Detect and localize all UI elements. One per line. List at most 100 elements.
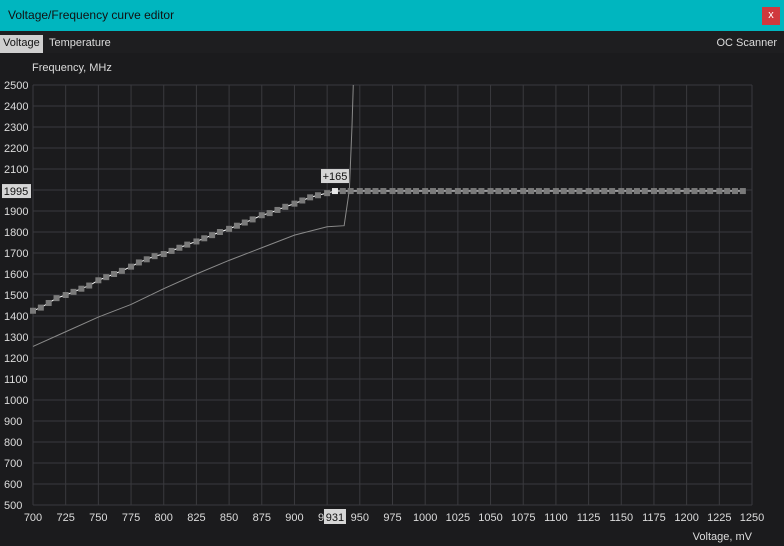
x-axis-label: Voltage, mV: [693, 531, 753, 543]
curve-point: [266, 210, 273, 217]
curve-point: [216, 229, 223, 235]
curve-point: [445, 188, 452, 195]
curve-point: [241, 219, 248, 226]
curve-point: [618, 188, 625, 195]
y-axis-ticks: 500 600 700 800 900 1000 1100 1200 1300 1400 1500 1…: [4, 80, 28, 512]
curve-point: [176, 244, 183, 251]
y-tick-label: 1500: [4, 290, 28, 302]
curve-point: [372, 188, 379, 195]
curve-point: [691, 188, 698, 195]
x-tick-label: 1150: [609, 512, 633, 524]
curve-point: [324, 190, 331, 197]
x-tick-label: 850: [220, 512, 238, 524]
curve-point: [511, 188, 518, 195]
curve-point: [86, 282, 93, 289]
tab-bar: Voltage Temperature OC Scanner: [0, 31, 784, 53]
x-tick-label: 900: [285, 512, 303, 524]
curve-point: [699, 188, 706, 195]
x-tick-label: 725: [57, 512, 75, 524]
window-title: Voltage/Frequency curve editor: [8, 8, 175, 22]
curve-point: [732, 188, 739, 195]
x-tick-label: 700: [24, 512, 42, 524]
curve-point: [118, 267, 125, 274]
curve-point: [397, 188, 404, 195]
curve-point: [528, 188, 535, 195]
x-tick-label: 1075: [511, 512, 535, 524]
curve-point: [454, 188, 461, 195]
y-tick-label: 500: [4, 500, 22, 512]
curve-point: [291, 200, 298, 207]
curve-point: [160, 251, 167, 258]
y-tick-label: 1800: [4, 227, 28, 239]
chart-series: [30, 84, 746, 347]
curve-point: [364, 188, 371, 195]
x-tick-label: 1200: [674, 512, 698, 524]
curve-point: [609, 188, 616, 195]
curve-point: [576, 188, 583, 195]
y-axis-label: Frequency, MHz: [32, 62, 112, 74]
curve-point: [437, 188, 444, 195]
chart-grid: [32, 84, 753, 506]
y-tick-label: 2400: [4, 101, 28, 113]
vf-curve-chart[interactable]: 5006007008009001000110012001300140015001…: [0, 53, 784, 546]
curve-point: [658, 188, 665, 195]
y-tick-label: 1200: [4, 353, 28, 365]
title-bar: Voltage/Frequency curve editor x: [0, 0, 784, 31]
edited-curve-line: [32, 190, 743, 312]
curve-point: [201, 235, 208, 242]
tab-temperature[interactable]: Temperature: [46, 35, 114, 53]
curve-point: [520, 188, 527, 195]
close-button[interactable]: x: [762, 7, 780, 25]
x-tick-label: 950: [351, 512, 369, 524]
curve-point: [274, 206, 281, 213]
y-selection-label: 1995: [4, 186, 28, 198]
curve-point: [62, 292, 69, 298]
curve-point: [258, 212, 265, 219]
curve-point: [422, 188, 429, 195]
curve-point: [430, 188, 437, 195]
y-tick-label: 1000: [4, 395, 28, 407]
curve-point: [380, 188, 387, 195]
y-tick-label: 2100: [4, 164, 28, 176]
curve-point: [503, 188, 510, 195]
curve-point: [299, 197, 306, 204]
y-tick-label: 2500: [4, 80, 28, 92]
curve-point: [593, 188, 600, 195]
curve-point: [307, 194, 314, 201]
tab-oc-scanner[interactable]: OC Scanner: [713, 35, 780, 53]
curve-point: [666, 188, 673, 195]
curve-point: [95, 277, 102, 284]
curve-point: [683, 188, 690, 195]
curve-point: [151, 253, 158, 260]
curve-point: [585, 188, 592, 195]
curve-point: [282, 203, 289, 210]
curve-point: [626, 188, 633, 195]
y-tick-label: 2300: [4, 122, 28, 134]
tab-voltage[interactable]: Voltage: [0, 35, 43, 53]
default-curve-line: [32, 84, 354, 347]
curve-point: [716, 188, 723, 195]
x-tick-label: 1025: [446, 512, 470, 524]
curve-point: [707, 188, 714, 195]
x-tick-label: 1175: [642, 512, 666, 524]
y-tick-label: 800: [4, 437, 22, 449]
curve-point: [560, 188, 567, 195]
curve-point: [314, 192, 321, 199]
curve-point: [184, 241, 191, 248]
y-tick-label: 600: [4, 479, 22, 491]
curve-point: [78, 285, 85, 292]
curve-point: [249, 216, 256, 223]
x-selection-label: 931: [326, 512, 344, 524]
curve-point: [70, 288, 77, 295]
curve-point: [487, 188, 494, 195]
curve-point: [143, 256, 150, 263]
y-tick-label: 1900: [4, 206, 28, 218]
y-tick-label: 1700: [4, 248, 28, 260]
curve-point: [543, 188, 550, 195]
y-tick-label: 2200: [4, 143, 28, 155]
x-tick-label: 1000: [413, 512, 437, 524]
curve-point: [568, 188, 575, 195]
curve-point: [470, 188, 477, 195]
curve-point: [103, 274, 110, 281]
curve-point: [535, 188, 542, 195]
